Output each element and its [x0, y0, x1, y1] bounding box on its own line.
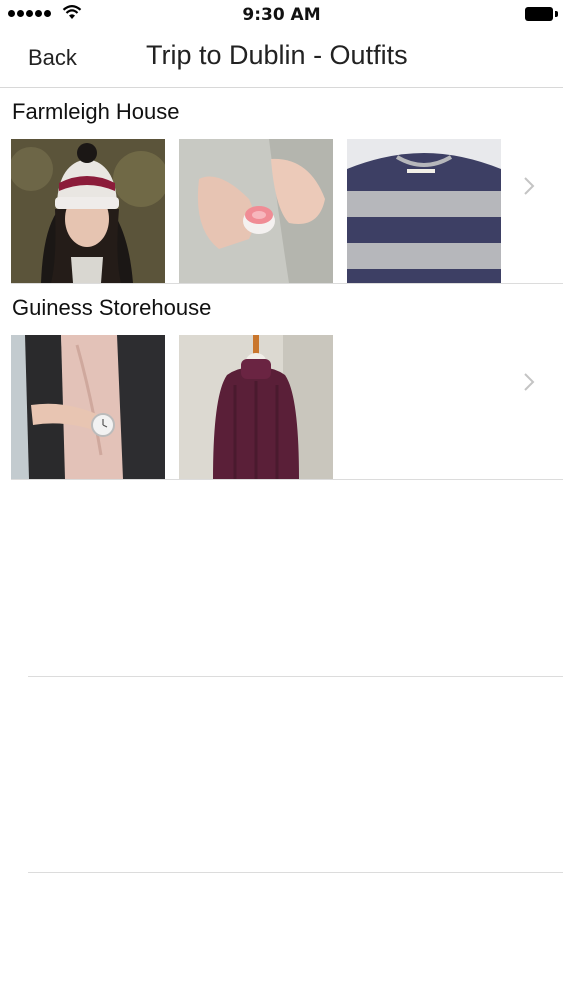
leather-jacket-watch-photo[interactable]: [11, 335, 165, 479]
outfit-row-farmleigh[interactable]: Farmleigh House: [0, 88, 563, 284]
beanie-photo[interactable]: [11, 139, 165, 283]
chevron-right-icon: [524, 373, 535, 391]
status-bar: 9:30 AM: [0, 0, 563, 30]
page-title: Trip to Dublin - Outfits: [146, 40, 408, 70]
empty-row-divider: [28, 676, 563, 677]
empty-row-divider: [28, 872, 563, 873]
section-title: Guiness Storehouse: [12, 295, 212, 320]
section-title: Farmleigh House: [12, 99, 180, 124]
striped-sweater-photo[interactable]: [347, 139, 501, 283]
row-divider: [11, 479, 563, 480]
battery-icon: [525, 7, 558, 21]
lip-balm-photo[interactable]: [179, 139, 333, 283]
back-button[interactable]: Back: [28, 45, 77, 71]
chevron-right-icon: [524, 177, 535, 195]
navigation-bar: Back Trip to Dublin - Outfits: [0, 30, 563, 88]
status-time: 9:30 AM: [242, 5, 321, 25]
burgundy-turtleneck-photo[interactable]: [179, 335, 333, 479]
outfit-row-guiness[interactable]: Guiness Storehouse: [0, 284, 563, 480]
